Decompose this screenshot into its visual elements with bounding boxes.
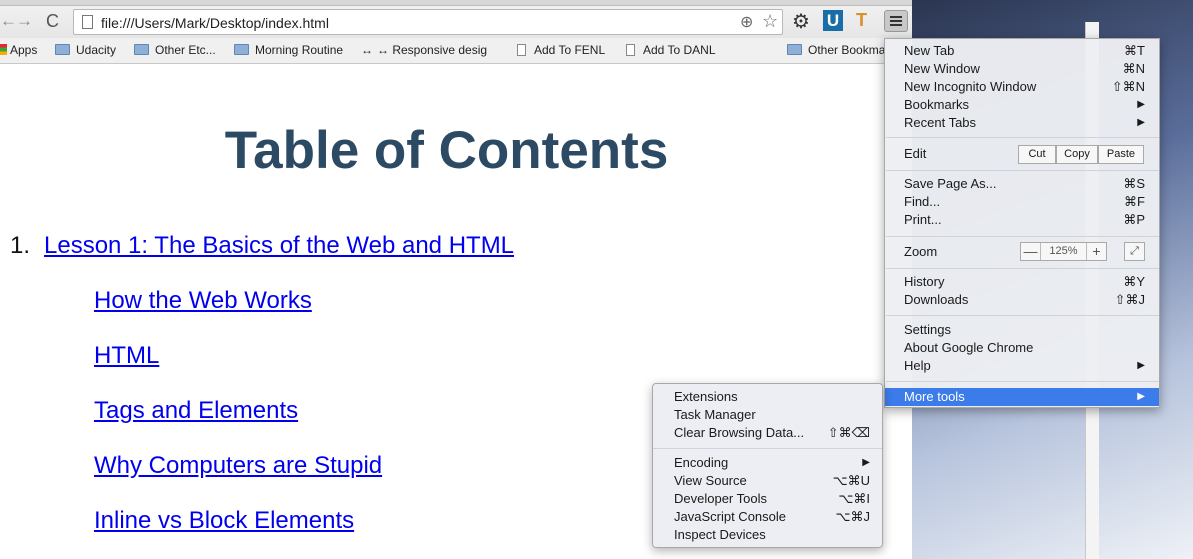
submenu-item-extensions[interactable]: Extensions xyxy=(653,388,882,406)
submenu-item-inspect-devices[interactable]: Inspect Devices xyxy=(653,526,882,544)
submenu-arrow-icon: ▶ xyxy=(1137,117,1145,128)
menu-separator xyxy=(886,381,1159,382)
cut-button[interactable]: Cut xyxy=(1018,145,1056,164)
bookmark-other-etc[interactable]: Other Etc... xyxy=(134,42,216,58)
bookmark-add-to-fenl[interactable]: Add To FENL xyxy=(517,42,605,58)
bookmarks-bar: Apps Udacity Other Etc... Morning Routin… xyxy=(0,38,912,64)
link-why-computers-are-stupid[interactable]: Why Computers are Stupid xyxy=(94,452,382,480)
zoom-in-button[interactable]: + xyxy=(1086,243,1106,260)
menu-item-save-page[interactable]: Save Page As... ⌘S xyxy=(885,175,1159,193)
link-how-the-web-works[interactable]: How the Web Works xyxy=(94,287,312,315)
bookmark-morning-routine[interactable]: Morning Routine xyxy=(234,42,343,58)
address-bar[interactable]: file:///Users/Mark/Desktop/index.html ⊕ … xyxy=(73,9,783,35)
bookmark-add-to-danl[interactable]: Add To DANL xyxy=(626,42,716,58)
menu-item-downloads[interactable]: Downloads ⇧⌘J xyxy=(885,291,1159,309)
link-html[interactable]: HTML xyxy=(94,342,159,370)
menu-separator xyxy=(886,268,1159,269)
folder-icon xyxy=(787,44,802,55)
extension-gear-icon[interactable]: ⚙ xyxy=(792,9,810,34)
submenu-item-clear-browsing-data[interactable]: Clear Browsing Data... ⇧⌘⌫ xyxy=(653,424,882,442)
list-number: 1. xyxy=(10,232,31,259)
menu-item-about[interactable]: About Google Chrome xyxy=(885,339,1159,357)
zoom-indicator-icon[interactable]: ⊕ xyxy=(740,12,753,32)
menu-separator xyxy=(653,448,882,449)
file-icon xyxy=(517,44,526,56)
file-icon xyxy=(626,44,635,56)
submenu-item-javascript-console[interactable]: JavaScript Console ⌥⌘J xyxy=(653,508,882,526)
extension-t-icon[interactable]: T xyxy=(856,10,867,31)
zoom-control: — 125% + xyxy=(1020,242,1107,261)
menu-item-history[interactable]: History ⌘Y xyxy=(885,273,1159,291)
bookmark-apps[interactable]: Apps xyxy=(0,42,37,58)
fullscreen-icon[interactable]: ⤢ xyxy=(1124,242,1145,261)
forward-button[interactable]: → xyxy=(16,12,33,30)
menu-item-recent-tabs[interactable]: Recent Tabs ▶ xyxy=(885,114,1159,132)
submenu-arrow-icon: ▶ xyxy=(862,457,870,468)
menu-item-more-tools[interactable]: More tools ▶ xyxy=(885,388,1159,406)
link-tags-and-elements[interactable]: Tags and Elements xyxy=(94,397,298,425)
extension-u-icon[interactable]: U xyxy=(823,10,843,31)
menu-item-new-incognito[interactable]: New Incognito Window ⇧⌘N xyxy=(885,78,1159,96)
hamburger-icon xyxy=(890,16,902,18)
bookmark-udacity[interactable]: Udacity xyxy=(55,42,116,58)
submenu-arrow-icon: ▶ xyxy=(1137,391,1145,402)
bookmark-star-icon[interactable]: ☆ xyxy=(762,11,778,32)
menu-item-settings[interactable]: Settings xyxy=(885,321,1159,339)
submenu-arrow-icon: ▶ xyxy=(1137,99,1145,110)
more-tools-submenu: Extensions Task Manager Clear Browsing D… xyxy=(652,383,883,548)
paste-button[interactable]: Paste xyxy=(1098,145,1144,164)
submenu-item-encoding[interactable]: Encoding ▶ xyxy=(653,454,882,472)
folder-icon xyxy=(234,44,249,55)
menu-item-help[interactable]: Help ▶ xyxy=(885,357,1159,375)
submenu-item-task-manager[interactable]: Task Manager xyxy=(653,406,882,424)
page-icon xyxy=(82,15,93,29)
back-button[interactable]: ← xyxy=(0,12,17,30)
lesson-1-link[interactable]: Lesson 1: The Basics of the Web and HTML xyxy=(44,232,514,260)
folder-icon xyxy=(134,44,149,55)
menu-separator xyxy=(886,315,1159,316)
bookmark-responsive-design[interactable]: ↔ ↔ Responsive desig xyxy=(361,42,487,58)
link-inline-vs-block-elements[interactable]: Inline vs Block Elements xyxy=(94,507,354,535)
copy-button[interactable]: Copy xyxy=(1056,145,1098,164)
reload-button[interactable]: C xyxy=(46,12,59,30)
tab-strip xyxy=(0,0,912,6)
browser-toolbar: ← → C file:///Users/Mark/Desktop/index.h… xyxy=(0,0,912,38)
page-title: Table of Contents xyxy=(224,121,669,180)
folder-icon xyxy=(55,44,70,55)
responsive-arrows-icon: ↔ xyxy=(361,43,373,57)
menu-item-new-tab[interactable]: New Tab ⌘T xyxy=(885,42,1159,60)
zoom-out-button[interactable]: — xyxy=(1021,243,1041,260)
bookmark-other-bookmarks[interactable]: Other Bookma xyxy=(787,42,885,58)
menu-item-new-window[interactable]: New Window ⌘N xyxy=(885,60,1159,78)
menu-item-find[interactable]: Find... ⌘F xyxy=(885,193,1159,211)
submenu-item-developer-tools[interactable]: Developer Tools ⌥⌘I xyxy=(653,490,882,508)
url-text[interactable]: file:///Users/Mark/Desktop/index.html xyxy=(101,15,329,31)
submenu-item-view-source[interactable]: View Source ⌥⌘U xyxy=(653,472,882,490)
chrome-main-menu: New Tab ⌘T New Window ⌘N New Incognito Win… xyxy=(884,38,1160,408)
chrome-menu-button[interactable] xyxy=(884,10,908,32)
menu-item-print[interactable]: Print... ⌘P xyxy=(885,211,1159,229)
submenu-arrow-icon: ▶ xyxy=(1137,360,1145,371)
menu-item-bookmarks[interactable]: Bookmarks ▶ xyxy=(885,96,1159,114)
menu-separator xyxy=(886,137,1159,138)
apps-icon xyxy=(0,44,7,55)
menu-separator xyxy=(886,170,1159,171)
menu-separator xyxy=(886,236,1159,237)
zoom-level: 125% xyxy=(1049,245,1078,257)
